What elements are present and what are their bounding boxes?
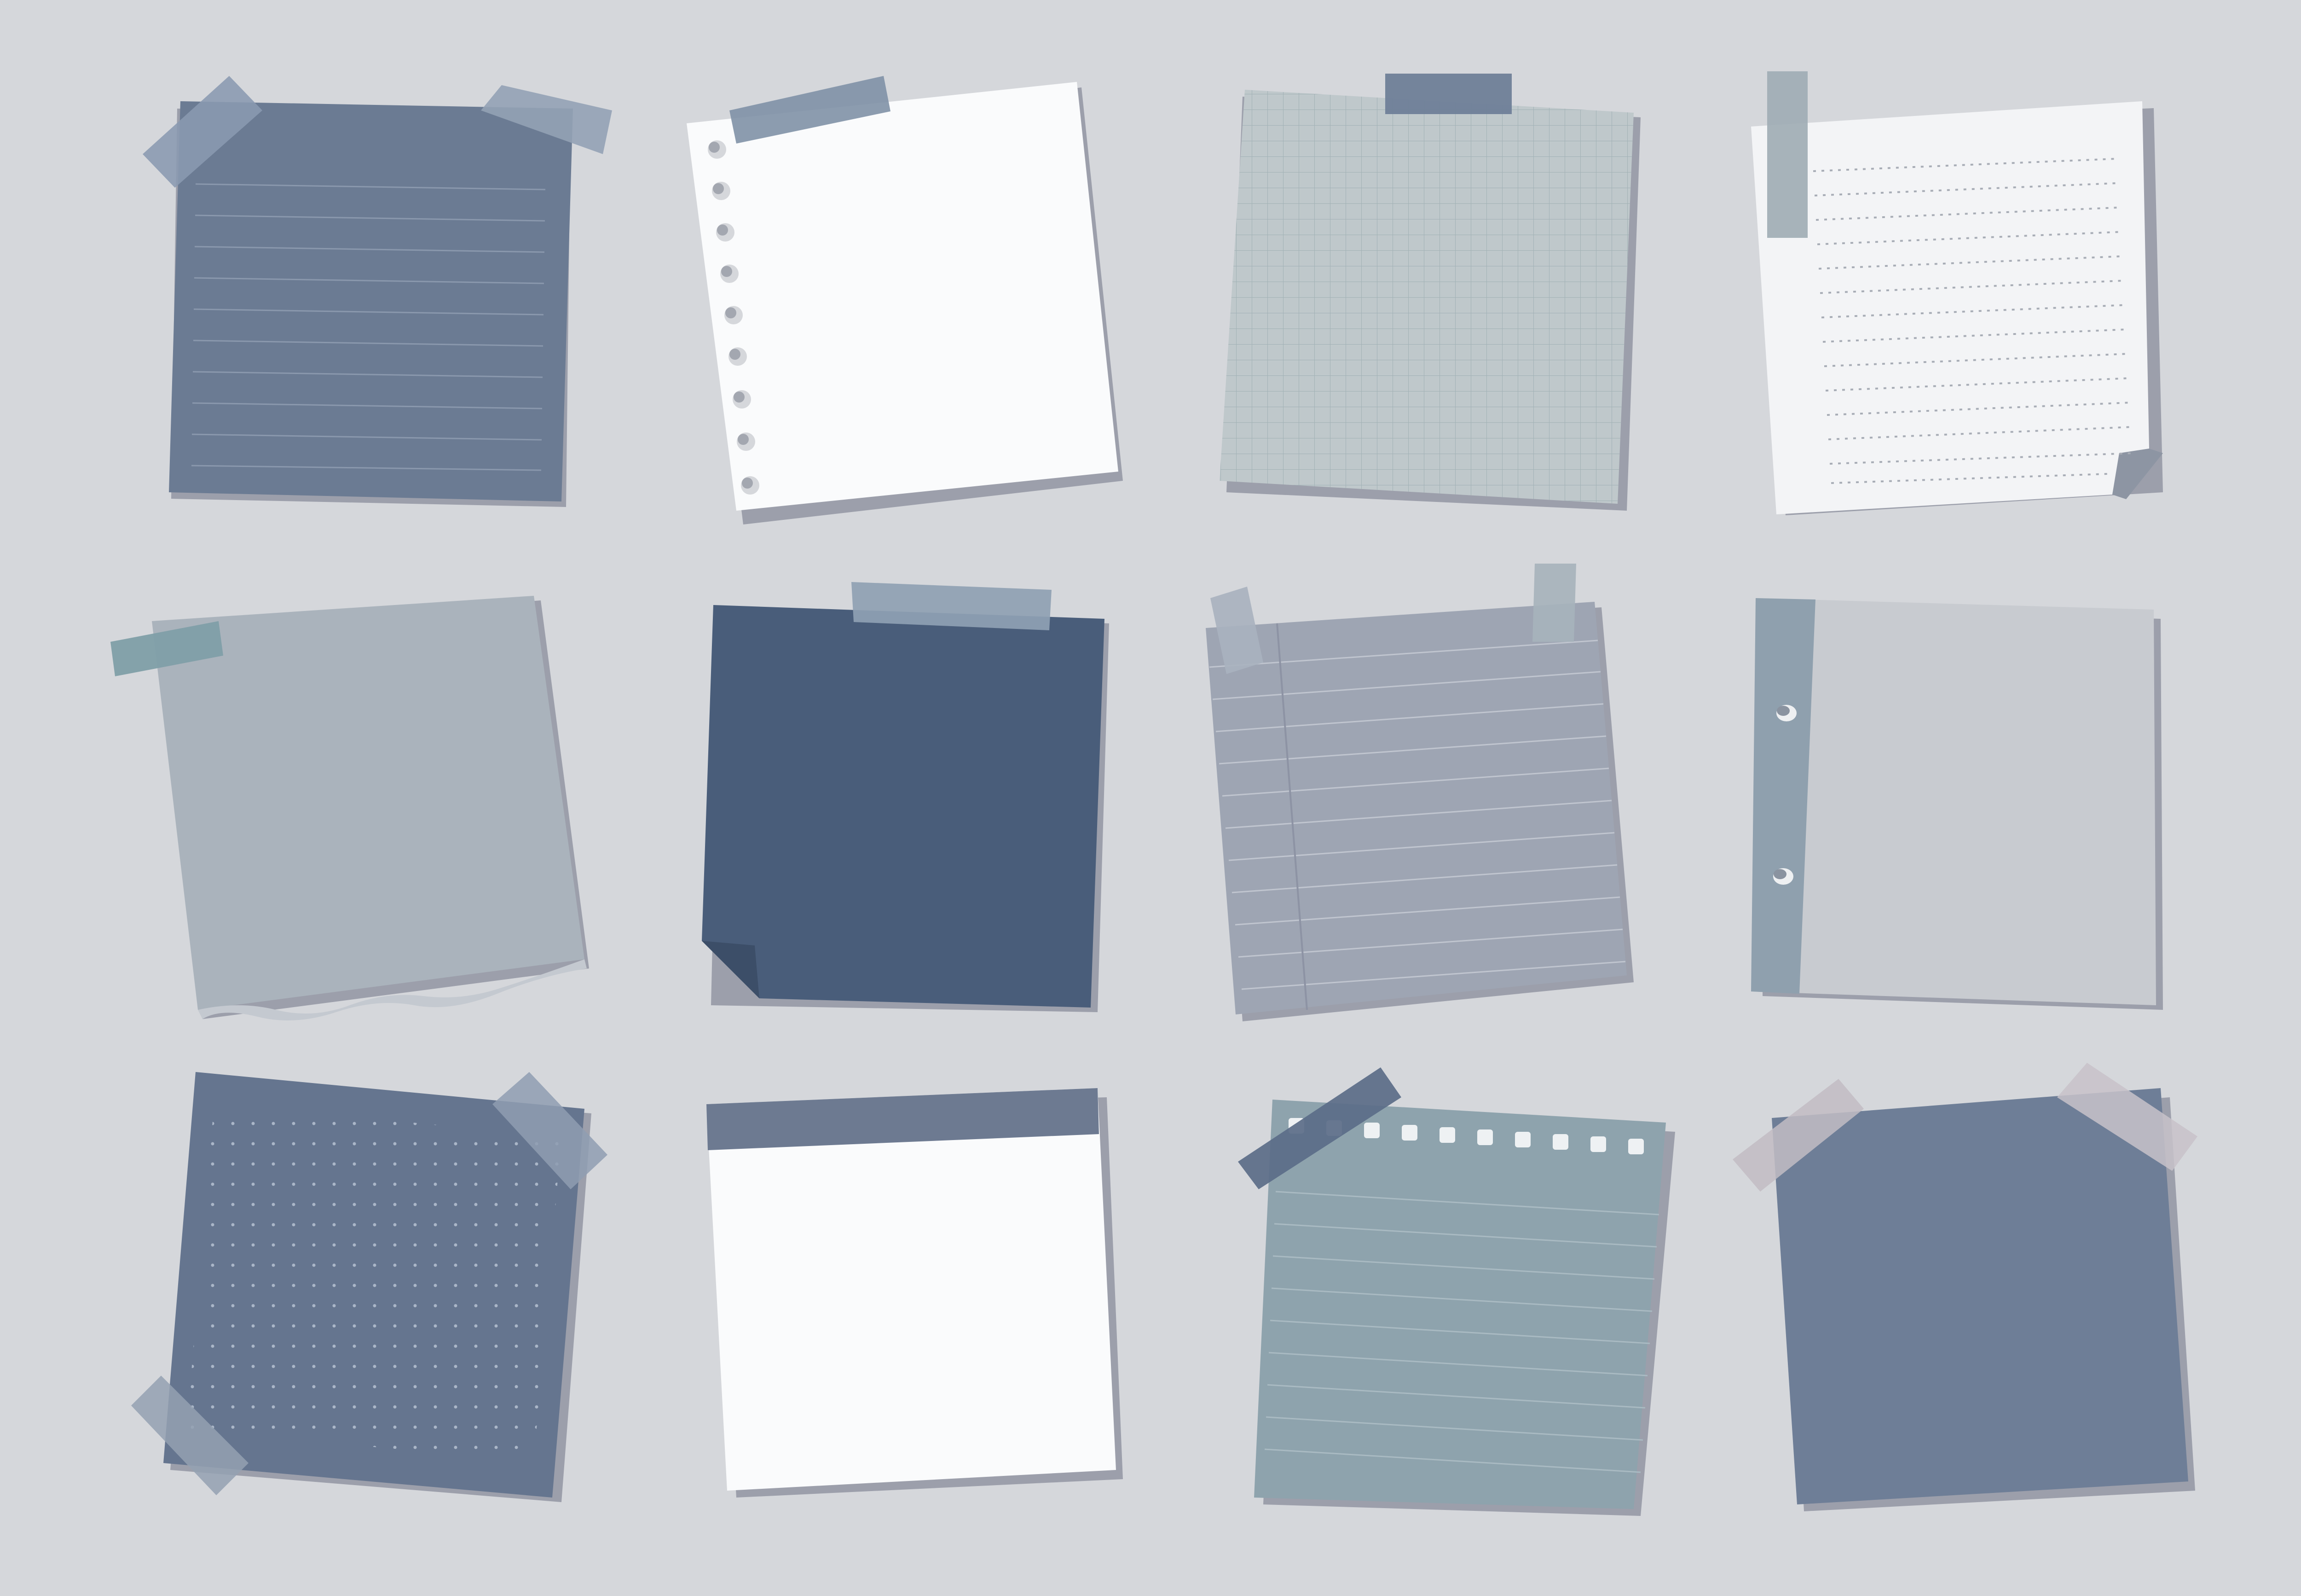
tape — [1385, 74, 1512, 114]
note-dot-grid — [131, 1072, 607, 1502]
note-punched-white — [687, 76, 1123, 524]
note-plain-slate — [1733, 1063, 2197, 1511]
tape — [1767, 71, 1808, 238]
note-grid — [1220, 74, 1641, 511]
note-binder-strip — [1751, 598, 2163, 1010]
canvas: { "palette": { "background": "#d5d7db", … — [0, 0, 2301, 1596]
tape — [851, 582, 1052, 630]
note-header-bar — [706, 1088, 1123, 1498]
note-dotted-lines — [1751, 71, 2163, 515]
note-navy-sticky — [702, 582, 1109, 1012]
note-spiral-lined — [1238, 1067, 1675, 1516]
note-lined-slate — [143, 76, 612, 507]
note-torn-grey — [110, 596, 589, 1020]
notes-board — [110, 71, 2197, 1516]
note-ruled-margin — [1206, 564, 1634, 1021]
tape — [1532, 564, 1576, 642]
